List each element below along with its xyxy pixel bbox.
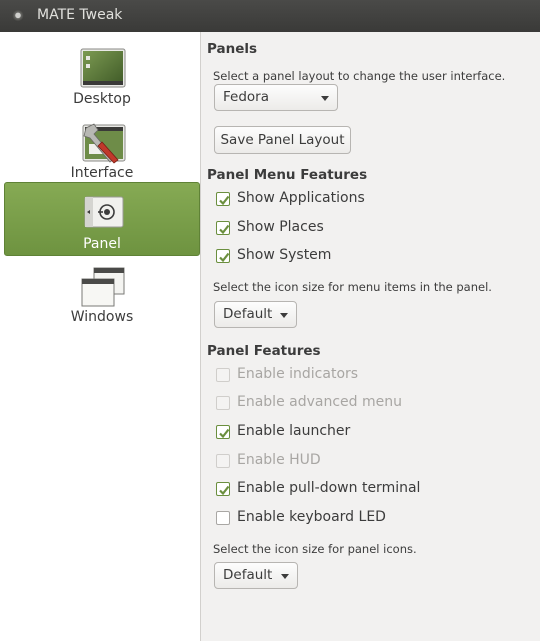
section-heading-panel-features: Panel Features [207,343,321,359]
desktop-icon [80,48,126,88]
menu-icon-size-combo[interactable]: Default [214,301,297,328]
close-window-button[interactable] [12,10,24,22]
checkbox-label: Enable advanced menu [237,394,402,410]
menu-icon-size-value: Default [223,306,273,322]
sidebar: Desktop Interface Panel Windows [0,32,201,641]
panel-icon-size-combo[interactable]: Default [214,562,298,589]
panel-layout-value: Fedora [223,89,269,105]
chevron-down-icon [321,96,329,101]
enable-hud-checkbox: Enable HUD [216,451,516,471]
sidebar-item-windows[interactable]: Windows [4,256,200,330]
interface-icon [82,123,126,164]
checkbox-box[interactable] [216,425,230,439]
checkbox-box [216,454,230,468]
checkbox-box[interactable] [216,192,230,206]
panel-layout-description: Select a panel layout to change the user… [213,69,506,83]
sidebar-item-label: Panel [83,236,121,252]
checkbox-label: Show System [237,247,332,263]
checkbox-box [216,368,230,382]
enable-launcher-checkbox[interactable]: Enable launcher [216,422,516,442]
sidebar-item-label: Windows [70,309,134,325]
title-bar: MATE Tweak [0,0,540,32]
chevron-down-icon [280,313,288,318]
section-heading-panels: Panels [207,41,258,57]
save-panel-layout-button[interactable]: Save Panel Layout [214,126,351,154]
checkbox-label: Enable pull-down terminal [237,480,421,496]
checkbox-label: Enable launcher [237,423,351,439]
checkbox-box[interactable] [216,511,230,525]
menu-icon-size-description: Select the icon size for menu items in t… [213,280,492,294]
panel-icon-size-description: Select the icon size for panel icons. [213,542,417,556]
show-applications-checkbox[interactable]: Show Applications [216,189,516,209]
checkbox-box [216,396,230,410]
windows-icon [81,267,125,307]
checkbox-box[interactable] [216,249,230,263]
panel-icon-size-value: Default [223,567,273,583]
enable-advanced-menu-checkbox: Enable advanced menu [216,393,516,413]
checkbox-label: Show Applications [237,190,365,206]
show-system-checkbox[interactable]: Show System [216,246,516,266]
checkbox-label: Enable keyboard LED [237,509,386,525]
panel-icon [84,196,124,228]
checkbox-label: Show Places [237,219,324,235]
sidebar-item-desktop[interactable]: Desktop [4,38,200,112]
panel-layout-combo[interactable]: Fedora [214,84,338,111]
checkbox-box[interactable] [216,482,230,496]
checkbox-box[interactable] [216,221,230,235]
chevron-down-icon [281,574,289,579]
enable-indicators-checkbox: Enable indicators [216,365,516,385]
window-title: MATE Tweak [37,7,123,23]
show-places-checkbox[interactable]: Show Places [216,218,516,238]
checkbox-label: Enable HUD [237,452,321,468]
panel-settings: Panels Select a panel layout to change t… [201,32,540,641]
sidebar-item-label: Desktop [73,91,131,107]
sidebar-item-interface[interactable]: Interface [4,112,200,186]
sidebar-item-label: Interface [70,165,134,181]
checkbox-label: Enable indicators [237,366,359,382]
enable-keyboard-led-checkbox[interactable]: Enable keyboard LED [216,508,516,528]
enable-pull-down-terminal-checkbox[interactable]: Enable pull-down terminal [216,479,516,499]
section-heading-menu-features: Panel Menu Features [207,167,368,183]
sidebar-item-panel[interactable]: Panel [4,182,200,256]
